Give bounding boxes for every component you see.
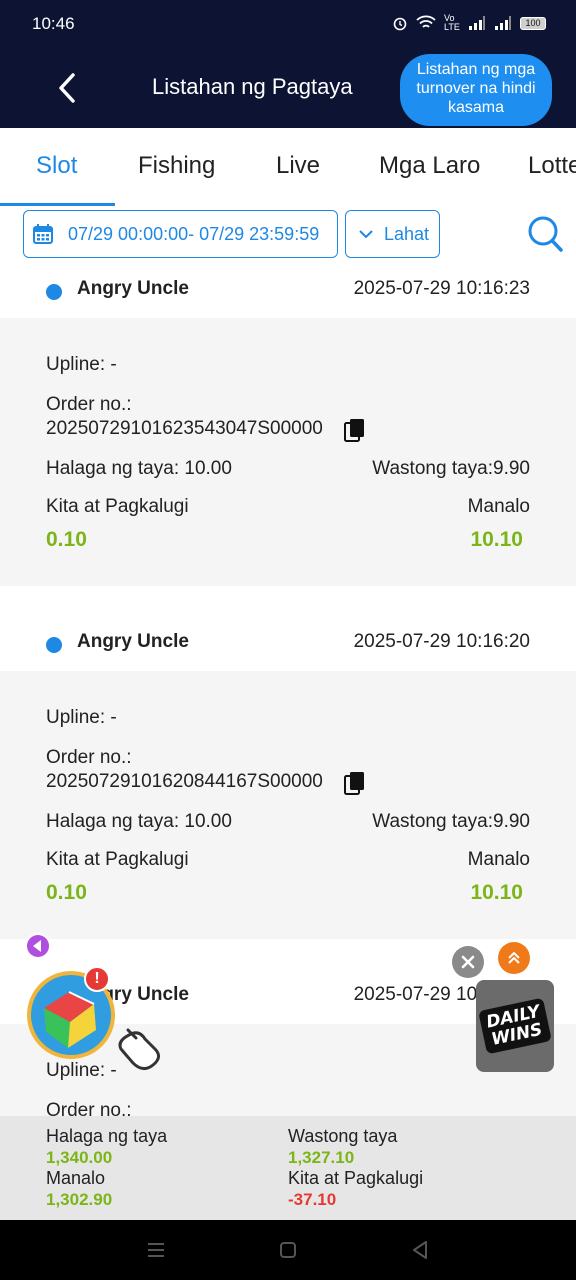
profit-loss-label: Kita at Pagkalugi [46, 849, 189, 870]
valid-bet: Wastong taya:9.90 [372, 811, 530, 832]
profit-loss-value: 0.10 [46, 881, 87, 904]
order-number: 20250729101620844167S00000 [46, 771, 323, 792]
summary-bet-label: Halaga ng taya [46, 1126, 168, 1146]
bet-datetime: 2025-07-29 10:16:23 [353, 278, 530, 299]
bet-amount: Halaga ng taya: 10.00 [46, 811, 232, 832]
bet-card-body: Upline: - Order no.: 2025072910162354304… [0, 318, 576, 586]
date-range-value: 07/29 00:00:00- 07/29 23:59:59 [68, 223, 320, 244]
back-nav-icon[interactable] [408, 1238, 432, 1262]
tab-slot[interactable]: Slot [36, 152, 77, 180]
tab-fishing[interactable]: Fishing [138, 152, 215, 180]
win-value: 10.10 [470, 528, 523, 551]
copy-icon[interactable] [344, 418, 366, 442]
list-item[interactable]: Angry Uncle 2025-07-29 10:16:23 Upline: … [0, 264, 576, 586]
summary-profit-label: Kita at Pagkalugi [288, 1168, 424, 1188]
list-item[interactable]: Angry Uncle 2025-07-29 10:16:20 Upline: … [0, 617, 576, 939]
back-button[interactable] [50, 68, 84, 108]
battery-icon: 100 [520, 16, 546, 30]
order-label: Order no.: [46, 1100, 132, 1116]
tab-lottery[interactable]: Lotte [528, 152, 576, 180]
bet-card-body: Upline: - Order no.: 2025072910162084416… [0, 671, 576, 939]
order-number: 20250729101623543047S00000 [46, 418, 323, 439]
signal-icon [469, 16, 485, 30]
summary-bet-value: 1,340.00 [46, 1148, 113, 1167]
order-label: Order no.: [46, 747, 132, 768]
signal-icon-2 [495, 16, 511, 30]
promo-game-widget[interactable]: ! [24, 930, 174, 1090]
valid-bet: Wastong taya:9.90 [372, 458, 530, 479]
bet-card-header: Angry Uncle 2025-07-29 10:16:23 [0, 264, 576, 318]
chevron-down-icon [359, 230, 373, 239]
calendar-icon [33, 224, 53, 244]
page-title: Listahan ng Pagtaya [152, 74, 353, 99]
search-icon[interactable] [526, 214, 564, 254]
copy-icon[interactable] [344, 771, 366, 795]
category-tabs: Slot Fishing Live Mga Laro Lotte [0, 128, 576, 206]
bet-summary: Halaga ng taya 1,340.00 Wastong taya 1,3… [0, 1116, 576, 1220]
game-name: Angry Uncle [77, 631, 189, 652]
summary-win-value: 1,302.90 [46, 1190, 113, 1209]
bet-card-header: Angry Uncle 2025-07-29 10:16:20 [0, 617, 576, 671]
profit-loss-label: Kita at Pagkalugi [46, 496, 189, 517]
double-chevron-up-icon [508, 951, 520, 964]
bet-datetime: 2025-07-29 10:16:20 [353, 631, 530, 652]
status-time: 10:46 [32, 14, 75, 33]
system-nav-bar [0, 1220, 576, 1280]
category-select[interactable]: Lahat [345, 210, 440, 258]
app-header: 10:46 Vo LTE 100 Listahan ng Pagtaya Lis… [0, 0, 576, 128]
status-icons: Vo LTE 100 [392, 14, 546, 32]
recent-apps-icon[interactable] [144, 1238, 168, 1262]
tab-live[interactable]: Live [276, 152, 320, 180]
gift-box-icon [25, 933, 160, 1070]
chevron-left-icon [59, 73, 75, 103]
daily-wins-text: DAILY WINS [478, 997, 552, 1055]
status-dot [46, 637, 62, 653]
summary-valid-label: Wastong taya [288, 1126, 398, 1146]
game-name: Angry Uncle [77, 278, 189, 299]
upline-text: Upline: - [46, 354, 117, 375]
status-bar: 10:46 Vo LTE 100 [0, 0, 576, 50]
profit-loss-value: 0.10 [46, 528, 87, 551]
win-label: Manalo [467, 496, 530, 517]
order-label: Order no.: [46, 394, 132, 415]
date-range-picker[interactable]: 07/29 00:00:00- 07/29 23:59:59 [23, 210, 338, 258]
bet-amount: Halaga ng taya: 10.00 [46, 458, 232, 479]
category-select-value: Lahat [384, 223, 430, 244]
home-icon[interactable] [276, 1238, 300, 1262]
network-type: Vo LTE [444, 13, 460, 32]
wifi-icon [416, 15, 436, 28]
expand-promo-button[interactable] [498, 942, 530, 974]
notification-badge: ! [84, 966, 110, 992]
daily-wins-widget[interactable]: DAILY WINS [450, 940, 560, 1075]
close-icon [461, 955, 475, 969]
tab-mga-laro[interactable]: Mga Laro [379, 152, 480, 180]
alarm-icon [393, 17, 407, 31]
win-value: 10.10 [470, 881, 523, 904]
excluded-turnover-button[interactable]: Listahan ng mga turnover na hindi kasama [400, 54, 552, 126]
summary-win-label: Manalo [46, 1168, 106, 1188]
close-promo-button[interactable] [452, 946, 484, 978]
filter-bar: 07/29 00:00:00- 07/29 23:59:59 Lahat [0, 206, 576, 264]
summary-profit-value: -37.10 [288, 1190, 337, 1209]
summary-valid-value: 1,327.10 [288, 1148, 355, 1167]
upline-text: Upline: - [46, 707, 117, 728]
win-label: Manalo [467, 849, 530, 870]
status-dot [46, 284, 62, 300]
daily-wins-logo: DAILY WINS [476, 980, 554, 1072]
